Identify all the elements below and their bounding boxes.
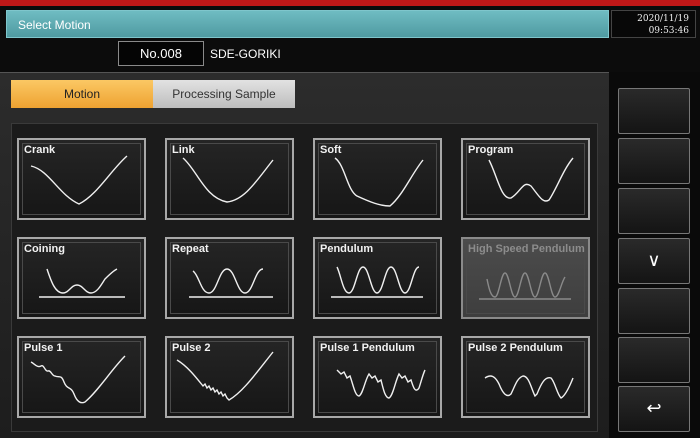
chevron-down-icon: ∨ <box>647 250 661 271</box>
motion-label: Pulse 1 Pendulum <box>320 342 415 354</box>
date-text: 2020/11/19 <box>637 14 689 24</box>
motion-label: Coining <box>24 243 65 255</box>
side-button-6[interactable] <box>618 337 690 383</box>
motion-pulse-1-pendulum-button[interactable]: Pulse 1 Pendulum <box>313 336 442 418</box>
motion-label: Pulse 2 Pendulum <box>468 342 563 354</box>
side-button-2[interactable] <box>618 138 690 184</box>
motion-label: Program <box>468 144 514 156</box>
motion-label: Pendulum <box>320 243 374 255</box>
motion-label: Soft <box>320 144 342 156</box>
time-text: 09:53:46 <box>648 26 689 36</box>
motion-link-button[interactable]: Link <box>165 138 294 220</box>
motion-pulse-1-button[interactable]: Pulse 1 <box>17 336 146 418</box>
top-accent-line <box>0 0 700 6</box>
return-button[interactable]: ↩ <box>618 386 690 432</box>
scroll-down-button[interactable]: ∨ <box>618 238 690 284</box>
title-bar: Select Motion <box>6 10 609 38</box>
motion-label: Pulse 2 <box>172 342 211 354</box>
motion-pendulum-button[interactable]: Pendulum <box>313 237 442 319</box>
motion-coining-button[interactable]: Coining <box>17 237 146 319</box>
motion-label: High Speed Pendulum <box>468 243 585 255</box>
motion-soft-button[interactable]: Soft <box>313 138 442 220</box>
tab-processing-sample[interactable]: Processing Sample <box>153 80 295 108</box>
clock-display: 2020/11/19 09:53:46 <box>611 10 696 38</box>
page-title: Select Motion <box>18 18 91 32</box>
motion-pulse-2-button[interactable]: Pulse 2 <box>165 336 294 418</box>
side-button-1[interactable] <box>618 88 690 134</box>
motion-label: Pulse 1 <box>24 342 63 354</box>
machine-name: SDE-GORIKI <box>210 47 281 61</box>
machine-number: No.008 <box>118 41 204 66</box>
motion-label: Crank <box>24 144 56 156</box>
tab-motion[interactable]: Motion <box>11 80 153 108</box>
motion-label: Repeat <box>172 243 209 255</box>
return-icon: ↩ <box>646 398 662 419</box>
side-button-3[interactable] <box>618 188 690 234</box>
machine-bar <box>0 40 609 70</box>
motion-pulse-2-pendulum-button[interactable]: Pulse 2 Pendulum <box>461 336 590 418</box>
motion-label: Link <box>172 144 195 156</box>
motion-repeat-button[interactable]: Repeat <box>165 237 294 319</box>
motion-crank-button[interactable]: Crank <box>17 138 146 220</box>
motion-program-button[interactable]: Program <box>461 138 590 220</box>
side-button-5[interactable] <box>618 288 690 334</box>
motion-high-speed-pendulum-button: High Speed Pendulum <box>461 237 590 319</box>
